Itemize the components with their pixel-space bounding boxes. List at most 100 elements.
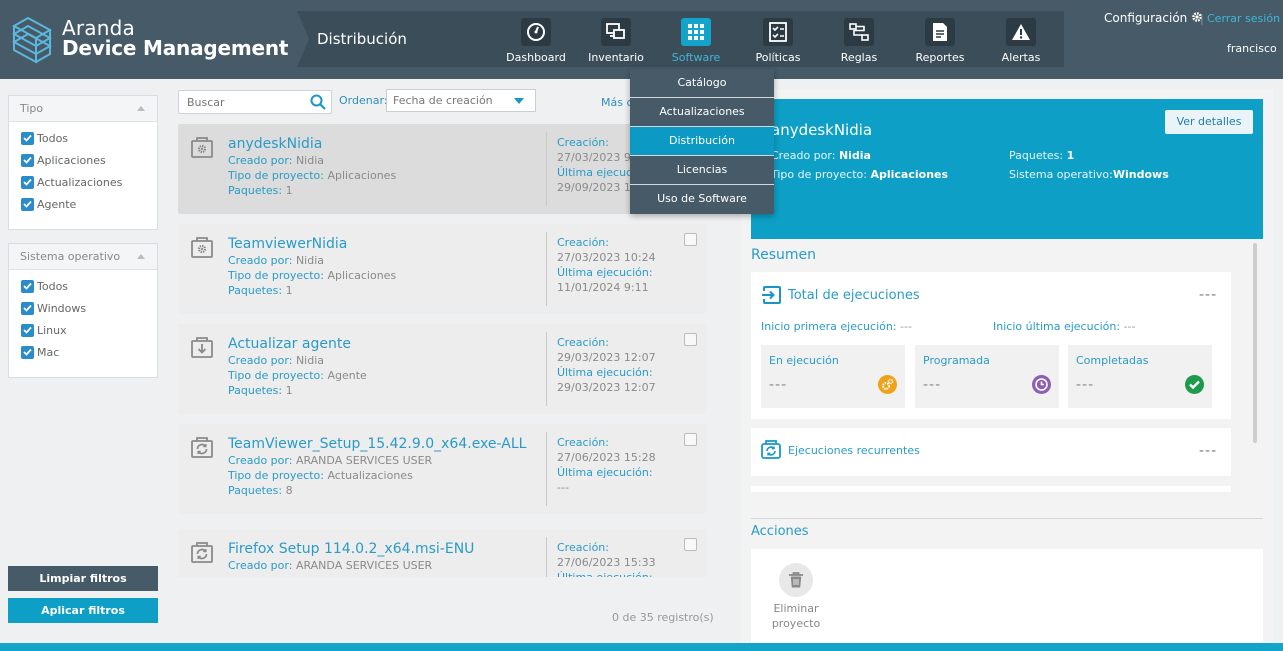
creation-date: 27/03/2023 10:24 — [557, 251, 656, 264]
detail-title: anydeskNidia — [771, 121, 873, 139]
project-card[interactable]: TeamviewerNidia Creado por: Nidia Tipo de … — [178, 224, 706, 314]
checkbox-checked-icon[interactable] — [21, 153, 34, 167]
filter-option[interactable]: Actualizaciones — [9, 171, 157, 193]
logout-link[interactable]: Cerrar sesión — [1207, 12, 1280, 25]
last-run-date: 29/09/2023 10: — [557, 181, 642, 194]
field-label: Tipo de proyecto: — [228, 469, 324, 482]
config-link[interactable]: Configuración — [1104, 11, 1203, 25]
chevron-down-icon — [514, 98, 524, 104]
checkbox-checked-icon[interactable] — [21, 175, 34, 189]
field-label: Paquetes: — [228, 184, 283, 197]
creation-date: 27/03/2023 9: — [557, 151, 635, 164]
filter-option[interactable]: Windows — [9, 297, 157, 319]
more-link[interactable]: Más c — [601, 96, 633, 109]
filter-option[interactable]: Mac — [9, 341, 157, 363]
filter-header[interactable]: Tipo — [9, 96, 157, 122]
filter-header[interactable]: Sistema operativo — [9, 244, 157, 270]
search-box — [178, 90, 332, 114]
recurring-executions-value: --- — [1199, 443, 1218, 459]
nav-inventario[interactable]: Inventario — [582, 18, 650, 68]
detail-label: Paquetes: — [1009, 149, 1064, 162]
scrollbar[interactable] — [1253, 243, 1257, 443]
state-scheduled: Programada --- — [915, 345, 1059, 408]
actions-card — [751, 549, 1263, 649]
detail-value: Nidia — [838, 149, 871, 162]
filter-option[interactable]: Agente — [9, 193, 157, 215]
creation-date: 29/03/2023 12:07 — [557, 351, 656, 364]
field-value: Nidia — [295, 254, 325, 267]
nav-alertas[interactable]: Alertas — [987, 18, 1055, 68]
select-checkbox[interactable] — [684, 433, 697, 446]
filter-option[interactable]: Todos — [9, 275, 157, 297]
brand-product: Device Management — [62, 36, 289, 60]
checkbox-checked-icon[interactable] — [21, 323, 34, 337]
filter-option-label: Actualizaciones — [37, 175, 123, 189]
filter-option-label: Windows — [37, 301, 87, 315]
actions-title: Acciones — [751, 524, 809, 539]
nav-reglas[interactable]: Reglas — [825, 18, 893, 68]
clear-filters-button[interactable]: Limpiar filtros — [8, 566, 158, 591]
project-card[interactable]: Firefox Setup 114.0.2_x64.msi-ENU Creado … — [178, 529, 706, 577]
last-run-date: --- — [557, 481, 569, 494]
delete-project-label[interactable]: Eliminar proyecto — [766, 601, 826, 631]
filter-title: Sistema operativo — [20, 250, 121, 263]
detail-value: 1 — [1066, 149, 1075, 162]
project-title[interactable]: TeamviewerNidia — [228, 236, 347, 252]
filter-option[interactable]: Todos — [9, 127, 157, 149]
sort-value: Fecha de creación — [393, 94, 493, 107]
software-dropdown: Catálogo Actualizaciones Distribución Li… — [630, 69, 774, 214]
project-card[interactable]: anydeskNidia Creado por: Nidia Tipo de pro… — [178, 124, 706, 214]
checkbox-checked-icon[interactable] — [21, 301, 34, 315]
menu-item-actualizaciones[interactable]: Actualizaciones — [630, 98, 774, 127]
collapse-icon — [137, 254, 145, 259]
checkbox-checked-icon[interactable] — [21, 197, 34, 211]
project-title[interactable]: Actualizar agente — [228, 336, 351, 352]
menu-item-distribucion[interactable]: Distribución — [630, 127, 774, 156]
search-input[interactable] — [179, 91, 299, 114]
project-card[interactable]: Actualizar agente Creado por: Nidia Tipo d… — [178, 324, 706, 414]
project-title[interactable]: Firefox Setup 114.0.2_x64.msi-ENU — [228, 541, 474, 557]
delete-project-button[interactable] — [779, 563, 813, 597]
checkbox-checked-icon[interactable] — [21, 131, 34, 145]
field-value: Nidia — [295, 154, 325, 167]
nav-politicas[interactable]: Políticas — [744, 18, 812, 68]
header-separator: | — [1200, 12, 1204, 25]
project-title[interactable]: TeamViewer_Setup_15.42.9.0_x64.exe-ALL — [228, 436, 526, 452]
last-run-label: Última ejecución: — [557, 266, 653, 279]
sort-select[interactable]: Fecha de creación — [386, 89, 536, 112]
nav-dashboard[interactable]: Dashboard — [502, 18, 570, 68]
total-executions-label: Total de ejecuciones — [788, 288, 920, 303]
nav-label: Dashboard — [506, 51, 566, 64]
download-icon — [191, 337, 213, 358]
nav-reportes[interactable]: Reportes — [906, 18, 974, 68]
dashboard-icon — [521, 18, 551, 46]
last-run-label: Última ejecución: — [557, 366, 653, 379]
select-checkbox[interactable] — [684, 233, 697, 246]
trash-icon — [789, 572, 803, 588]
field-label: Paquetes: — [228, 484, 283, 497]
rules-icon — [844, 18, 874, 46]
divider — [546, 332, 547, 406]
project-title[interactable]: anydeskNidia — [228, 136, 322, 152]
apply-filters-button[interactable]: Aplicar filtros — [8, 598, 158, 623]
view-details-button[interactable]: Ver detalles — [1165, 110, 1253, 134]
search-icon[interactable] — [310, 94, 326, 110]
menu-item-uso-software[interactable]: Uso de Software — [630, 185, 774, 214]
menu-item-licencias[interactable]: Licencias — [630, 156, 774, 185]
recurring-executions-label: Ejecuciones recurrentes — [788, 444, 920, 457]
creation-label: Creación: — [557, 541, 609, 554]
detail-label: Creado por: — [771, 149, 836, 162]
state-label: Completadas — [1076, 354, 1149, 367]
last-run-date: 11/01/2024 9:11 — [557, 281, 649, 294]
checkbox-checked-icon[interactable] — [21, 279, 34, 293]
project-packages: Paquetes: 1 — [228, 284, 293, 297]
filter-option[interactable]: Linux — [9, 319, 157, 341]
checkbox-checked-icon[interactable] — [21, 345, 34, 359]
project-card[interactable]: TeamViewer_Setup_15.42.9.0_x64.exe-ALL Cr… — [178, 424, 706, 514]
nav-software[interactable]: Software — [662, 18, 730, 68]
filter-option[interactable]: Aplicaciones — [9, 149, 157, 171]
first-run: Inicio primera ejecución: --- — [761, 320, 912, 333]
menu-item-catalogo[interactable]: Catálogo — [630, 69, 774, 98]
select-checkbox[interactable] — [684, 333, 697, 346]
select-checkbox[interactable] — [684, 538, 697, 551]
